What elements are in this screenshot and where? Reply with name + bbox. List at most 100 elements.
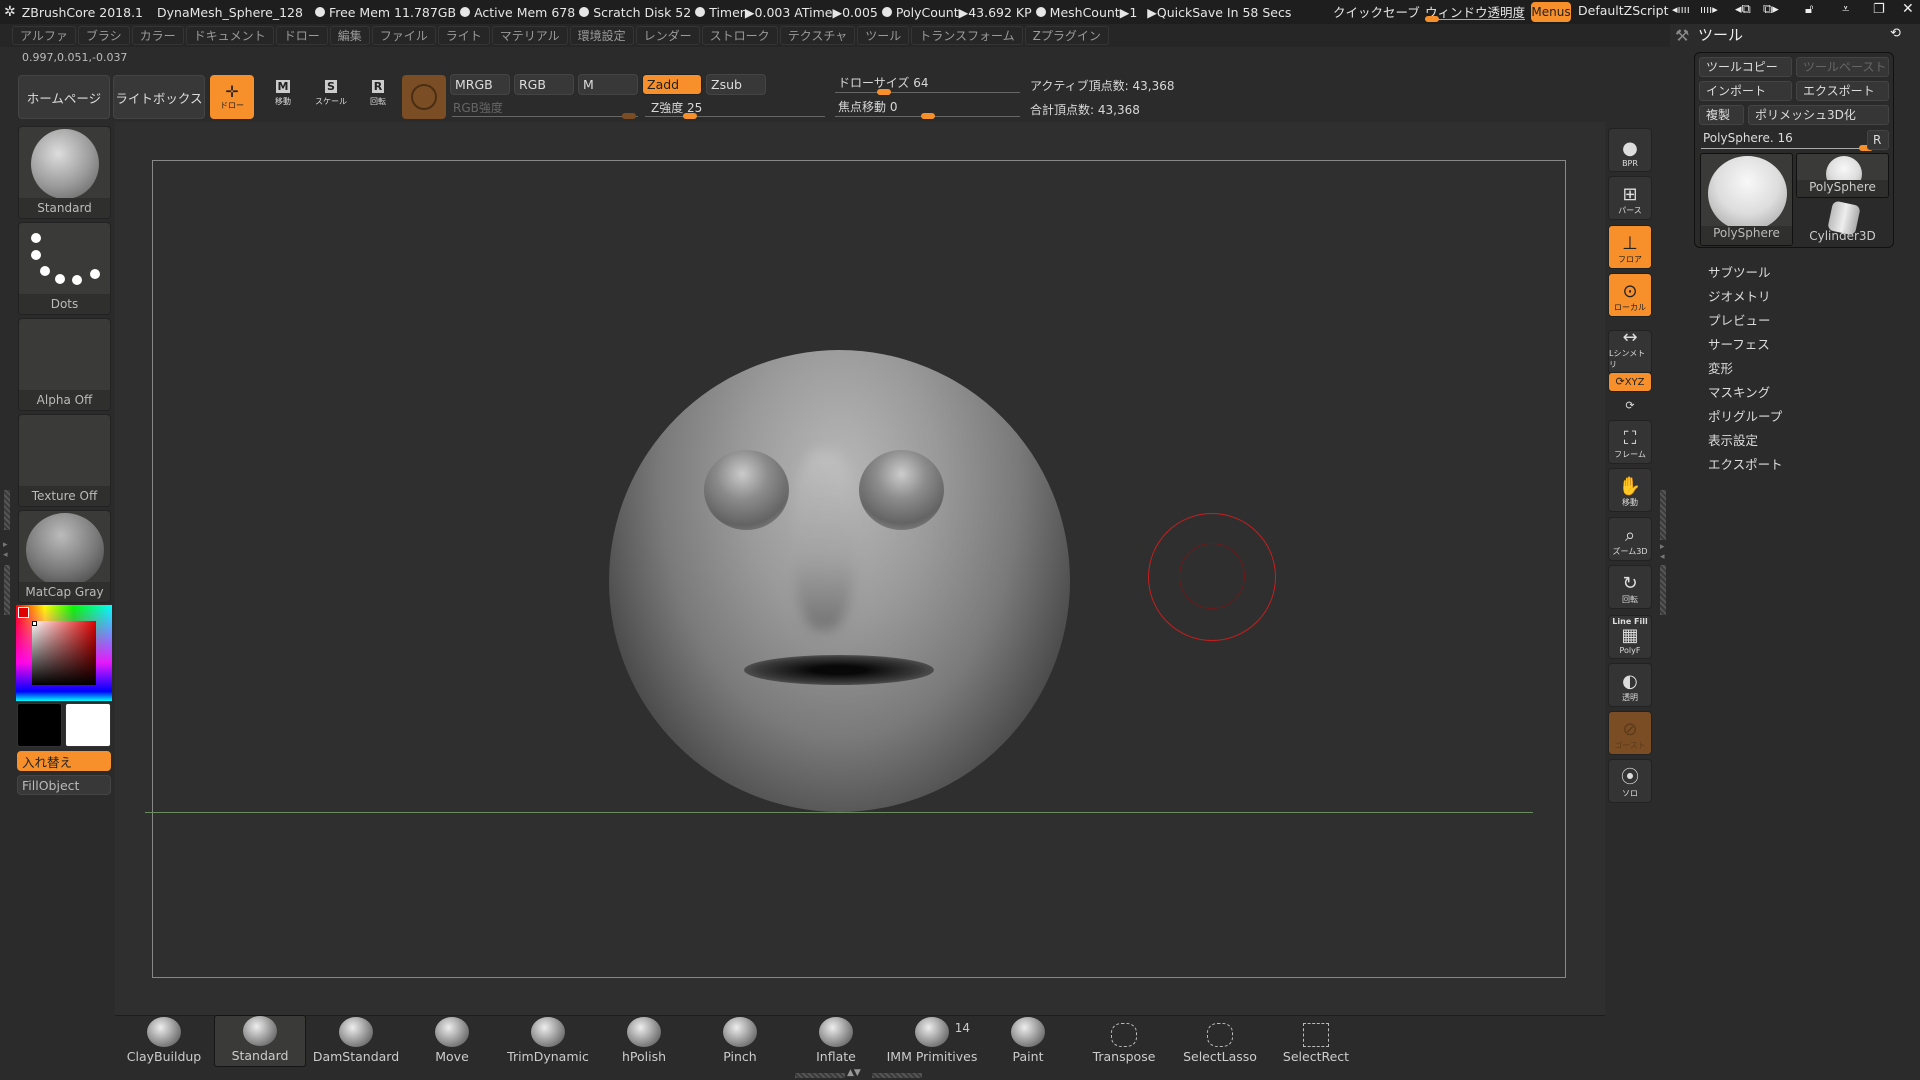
tool-copy-button[interactable]: ツールコピー xyxy=(1699,57,1792,77)
export-button[interactable]: エクスポート xyxy=(1796,81,1889,101)
rgb-button[interactable]: RGB xyxy=(514,74,574,95)
tool-section-6[interactable]: ポリグループ xyxy=(1708,406,1782,425)
main-color-swatch[interactable] xyxy=(18,607,29,618)
scale-mode-button[interactable]: S スケール xyxy=(313,80,349,120)
alpha-selector[interactable]: Alpha Off xyxy=(18,318,111,411)
menu-item[interactable]: ファイル xyxy=(371,26,436,45)
stroke-selector[interactable]: Dots xyxy=(18,222,111,315)
import-button[interactable]: インポート xyxy=(1699,81,1792,101)
menu-item[interactable]: トランスフォーム xyxy=(911,26,1023,45)
right-scroll-grip[interactable] xyxy=(1660,490,1666,540)
window-transparency-slider[interactable] xyxy=(1425,16,1525,22)
primary-color-white[interactable] xyxy=(65,703,111,747)
slider-knob[interactable] xyxy=(876,89,891,95)
brush-slot-move[interactable]: Move xyxy=(406,1015,498,1067)
floor-button[interactable]: ⊥ フロア xyxy=(1608,225,1652,269)
brush-slot-inflate[interactable]: Inflate xyxy=(790,1015,882,1067)
collapse-arrows-icon[interactable]: ▸ ◂ xyxy=(1660,542,1665,562)
collapse-arrows-icon[interactable]: ▲▼ xyxy=(847,1068,861,1078)
close-icon[interactable]: ✕ xyxy=(1902,1,1914,17)
draw-mode-button[interactable]: ✛ ドロー xyxy=(210,75,254,119)
perspective-button[interactable]: ⊞ パース xyxy=(1608,176,1652,220)
tool-section-7[interactable]: 表示設定 xyxy=(1708,430,1758,449)
menu-item[interactable]: ライト xyxy=(437,26,490,45)
next-layout-icon[interactable]: ⧉▸ xyxy=(1763,2,1779,17)
swap-colors-button[interactable]: 入れ替え xyxy=(17,751,111,771)
move-button[interactable]: ✋ 移動 xyxy=(1608,468,1652,512)
zoom3d-button[interactable]: ⌕ ズーム3D xyxy=(1608,517,1652,561)
mrgb-button[interactable]: MRGB xyxy=(450,74,510,95)
zsub-button[interactable]: Zsub xyxy=(706,74,766,95)
tool-section-0[interactable]: サブツール xyxy=(1708,262,1771,281)
solo-button[interactable]: ⦿ ソロ xyxy=(1608,759,1652,803)
restore-icon[interactable]: ❐ xyxy=(1873,2,1885,17)
brush-slot-paint[interactable]: Paint xyxy=(982,1015,1074,1067)
focal-shift-slider[interactable] xyxy=(835,113,1020,119)
brush-slot-selectlasso[interactable]: SelectLasso xyxy=(1174,1015,1266,1067)
slider-knob[interactable] xyxy=(683,113,697,119)
menu-item[interactable]: ツール xyxy=(857,26,910,45)
menu-item[interactable]: ドキュメント xyxy=(185,26,274,45)
tool-section-4[interactable]: 変形 xyxy=(1708,358,1733,377)
quicksave-button[interactable]: クイックセーブ xyxy=(1333,2,1420,21)
fill-object-button[interactable]: FillObject xyxy=(17,775,111,795)
lightbox-button[interactable]: ライトボックス xyxy=(113,75,205,119)
polysphere-face-model[interactable] xyxy=(609,350,1070,812)
collapse-arrows-icon[interactable]: ▸ ◂ xyxy=(3,540,8,560)
minimize-icon[interactable]: ⩡ xyxy=(1842,2,1849,17)
lock-icon[interactable]: 🔓︎ xyxy=(1805,2,1813,17)
move-mode-button[interactable]: M 移動 xyxy=(265,80,301,120)
right-scroll-grip[interactable] xyxy=(1660,565,1666,615)
menu-item[interactable]: カラー xyxy=(131,26,184,45)
slider-knob[interactable] xyxy=(1425,16,1439,22)
slider-knob[interactable] xyxy=(920,113,935,119)
menu-item[interactable]: 環境設定 xyxy=(569,26,634,45)
material-color-button[interactable] xyxy=(402,75,446,119)
brush-slot-imm-primitives[interactable]: IMM Primitives 14 xyxy=(886,1015,978,1067)
tool-thumb-polysphere[interactable]: PolySphere xyxy=(1796,153,1889,198)
menus-button[interactable]: Menus xyxy=(1531,2,1571,22)
tool-section-3[interactable]: サーフェス xyxy=(1708,334,1770,353)
left-scroll-grip[interactable] xyxy=(4,490,10,530)
rgb-intensity-slider[interactable] xyxy=(452,113,638,119)
menu-item[interactable]: ドロー xyxy=(275,26,328,45)
scroll-left-icon[interactable]: ◂ıııı xyxy=(1672,3,1690,16)
color-picker-handle[interactable] xyxy=(32,621,37,626)
xyz-rotate-button[interactable]: ⟳ XYZ xyxy=(1608,372,1652,392)
brush-slot-claybuildup[interactable]: ClayBuildup xyxy=(118,1015,210,1067)
prev-layout-icon[interactable]: ◂⧉ xyxy=(1735,2,1751,17)
brush-selector[interactable]: Standard xyxy=(18,126,111,219)
r-button[interactable]: R xyxy=(1867,130,1889,150)
menu-item[interactable]: ブラシ xyxy=(77,26,130,45)
menu-item[interactable]: テクスチャ xyxy=(779,26,856,45)
transparency-button[interactable]: ◐ 透明 xyxy=(1608,663,1652,707)
tool-section-5[interactable]: マスキング xyxy=(1708,382,1770,401)
brush-slot-transpose[interactable]: Transpose xyxy=(1078,1015,1170,1067)
bottom-scroll-grip[interactable] xyxy=(795,1073,845,1078)
brush-slot-hpolish[interactable]: hPolish xyxy=(598,1015,690,1067)
color-picker[interactable] xyxy=(16,605,112,701)
menu-item[interactable]: アルファ xyxy=(12,26,76,45)
reset-panel-icon[interactable]: ⟲ xyxy=(1890,26,1901,41)
scroll-right-icon[interactable]: ıııı▸ xyxy=(1700,3,1718,16)
default-zscript[interactable]: DefaultZScript xyxy=(1578,3,1669,18)
rotate-mode-button[interactable]: R 回転 xyxy=(360,80,396,120)
brush-slot-standard[interactable]: Standard xyxy=(214,1015,306,1067)
menu-item[interactable]: マテリアル xyxy=(491,26,568,45)
texture-selector[interactable]: Texture Off xyxy=(18,414,111,507)
tool-section-8[interactable]: エクスポート xyxy=(1708,454,1783,473)
zadd-button[interactable]: Zadd xyxy=(642,74,702,95)
color-saturation-square[interactable] xyxy=(32,621,96,685)
slider-knob[interactable] xyxy=(622,113,636,119)
tool-section-2[interactable]: プレビュー xyxy=(1708,310,1771,329)
rotate-button[interactable]: ↻ 回転 xyxy=(1608,565,1652,609)
bpr-button[interactable]: ● BPR xyxy=(1608,128,1652,172)
brush-slot-damstandard[interactable]: DamStandard xyxy=(310,1015,402,1067)
tool-paste-button[interactable]: ツールペースト xyxy=(1796,57,1889,77)
menu-item[interactable]: レンダー xyxy=(635,26,700,45)
local-symmetry-button[interactable]: ↔ Lシンメトリ xyxy=(1608,328,1652,374)
brush-slot-selectrect[interactable]: SelectRect xyxy=(1270,1015,1362,1067)
secondary-color-black[interactable] xyxy=(17,703,62,747)
menu-item[interactable]: Zプラグイン xyxy=(1024,26,1109,45)
left-scroll-grip[interactable] xyxy=(4,565,10,615)
